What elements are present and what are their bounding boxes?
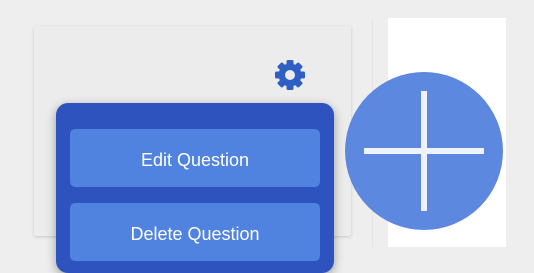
question-options-menu: Edit Question Delete Question [56,103,334,273]
delete-question-button[interactable]: Delete Question [70,203,320,261]
edit-question-button[interactable]: Edit Question [70,129,320,187]
right-gutter [506,18,534,247]
app-canvas: Edit Question Delete Question [0,0,534,273]
gear-icon[interactable] [273,58,307,92]
edit-question-label: Edit Question [140,149,250,170]
add-question-button[interactable] [345,72,503,230]
delete-question-label: Delete Question [130,223,260,244]
plus-icon [364,91,484,211]
